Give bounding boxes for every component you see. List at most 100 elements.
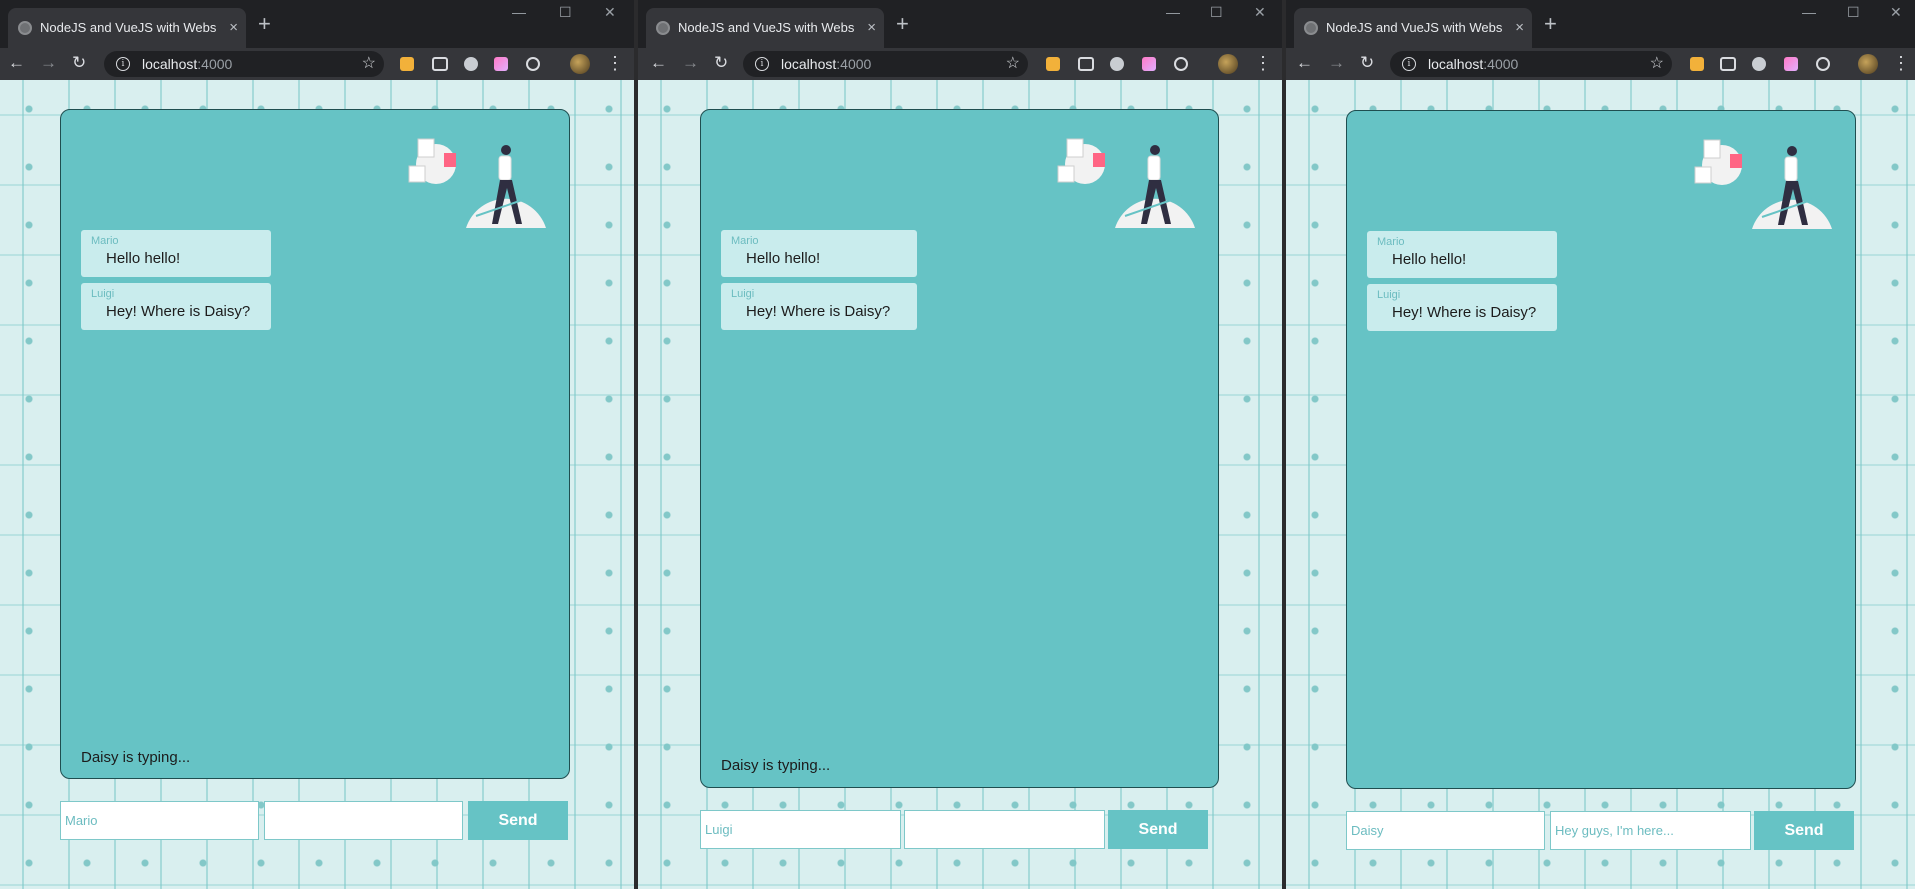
back-arrow-icon[interactable]: ← <box>8 53 25 73</box>
message-input[interactable] <box>264 801 463 840</box>
tab-close-icon[interactable]: × <box>229 8 238 48</box>
message-input[interactable] <box>904 810 1105 849</box>
name-input[interactable] <box>60 801 259 840</box>
url-port: :4000 <box>197 56 233 72</box>
pocket-icon[interactable] <box>1720 57 1736 71</box>
message-item: Mario Hello hello! <box>721 230 917 277</box>
message-user: Mario <box>731 235 759 247</box>
message-text: Hello hello! <box>106 250 181 267</box>
info-icon[interactable]: i <box>116 57 130 71</box>
page-content: Mario Hello hello! Luigi Hey! Where is D… <box>638 80 1282 889</box>
star-icon[interactable]: ☆ <box>1650 51 1664 77</box>
info-icon[interactable]: i <box>755 57 769 71</box>
react-devtools-icon[interactable] <box>1816 57 1830 71</box>
chat-box: Mario Hello hello! Luigi Hey! Where is D… <box>60 109 570 779</box>
tab-title: NodeJS and VueJS with Websockets <box>678 20 854 35</box>
forward-arrow-icon[interactable]: → <box>1328 53 1345 73</box>
typing-indicator: Daisy is typing... <box>81 749 191 766</box>
minimize-icon[interactable]: — <box>1802 4 1816 20</box>
message-text: Hey! Where is Daisy? <box>746 303 891 320</box>
extension-icon[interactable] <box>464 57 478 71</box>
minimize-icon[interactable]: — <box>512 4 526 20</box>
globe-icon <box>1304 21 1318 35</box>
tab-close-icon[interactable]: × <box>1515 8 1524 48</box>
message-item: Mario Hello hello! <box>81 230 271 277</box>
browser-toolbar: ← → ↻ i localhost:4000 ☆ ⋮ <box>1286 48 1915 80</box>
message-text: Hey! Where is Daisy? <box>106 303 251 320</box>
extension-icon[interactable] <box>494 57 508 71</box>
send-button[interactable]: Send <box>468 801 568 840</box>
extension-icon[interactable] <box>1142 57 1156 71</box>
window-close-icon[interactable]: ✕ <box>1254 4 1266 21</box>
globe-icon <box>18 21 32 35</box>
url-host: localhost <box>1428 56 1484 72</box>
message-user: Luigi <box>731 288 755 300</box>
tab-close-icon[interactable]: × <box>867 8 876 48</box>
extension-icon[interactable] <box>1046 57 1060 71</box>
url-host: localhost <box>781 56 837 72</box>
extension-icon[interactable] <box>1752 57 1766 71</box>
kebab-menu-icon[interactable]: ⋮ <box>606 53 624 74</box>
new-tab-icon[interactable]: + <box>258 12 271 36</box>
minimize-icon[interactable]: — <box>1166 4 1180 20</box>
react-devtools-icon[interactable] <box>526 57 540 71</box>
profile-avatar[interactable] <box>1858 54 1878 74</box>
address-bar[interactable]: i localhost:4000 ☆ <box>1390 51 1672 77</box>
address-bar[interactable]: i localhost:4000 ☆ <box>743 51 1028 77</box>
pocket-icon[interactable] <box>1078 57 1094 71</box>
page-content: Mario Hello hello! Luigi Hey! Where is D… <box>1286 80 1915 889</box>
browser-tab[interactable]: NodeJS and VueJS with Websockets × <box>646 8 884 48</box>
message-text: Hello hello! <box>1392 251 1467 268</box>
pocket-icon[interactable] <box>432 57 448 71</box>
forward-arrow-icon[interactable]: → <box>682 53 699 73</box>
message-text: Hello hello! <box>746 250 821 267</box>
tab-title: NodeJS and VueJS with Websockets <box>40 20 216 35</box>
back-arrow-icon[interactable]: ← <box>1296 53 1313 73</box>
tab-strip: NodeJS and VueJS with Websockets × + — ☐… <box>638 0 1282 48</box>
name-input[interactable] <box>700 810 901 849</box>
url-port: :4000 <box>1483 56 1519 72</box>
window-close-icon[interactable]: ✕ <box>604 4 616 21</box>
extension-icon[interactable] <box>1110 57 1124 71</box>
extension-icon[interactable] <box>400 57 414 71</box>
message-item: Mario Hello hello! <box>1367 231 1557 278</box>
reload-icon[interactable]: ↻ <box>714 53 728 73</box>
globe-icon <box>656 21 670 35</box>
chat-illustration <box>1057 138 1195 228</box>
kebab-menu-icon[interactable]: ⋮ <box>1254 53 1272 74</box>
chat-illustration <box>1694 139 1832 229</box>
tab-strip: NodeJS and VueJS with Websockets × + — ☐… <box>1286 0 1915 48</box>
star-icon[interactable]: ☆ <box>1006 51 1020 77</box>
new-tab-icon[interactable]: + <box>1544 12 1557 36</box>
send-button[interactable]: Send <box>1754 811 1854 850</box>
profile-avatar[interactable] <box>570 54 590 74</box>
kebab-menu-icon[interactable]: ⋮ <box>1892 53 1910 74</box>
window-close-icon[interactable]: ✕ <box>1890 4 1902 21</box>
info-icon[interactable]: i <box>1402 57 1416 71</box>
extension-icon[interactable] <box>1690 57 1704 71</box>
star-icon[interactable]: ☆ <box>362 51 376 77</box>
message-item: Luigi Hey! Where is Daisy? <box>721 283 917 330</box>
browser-window-2: NodeJS and VueJS with Websockets × + — ☐… <box>638 0 1282 889</box>
url-host: localhost <box>142 56 198 72</box>
profile-avatar[interactable] <box>1218 54 1238 74</box>
name-input[interactable] <box>1346 811 1545 850</box>
maximize-icon[interactable]: ☐ <box>1210 4 1223 21</box>
maximize-icon[interactable]: ☐ <box>559 4 572 21</box>
forward-arrow-icon[interactable]: → <box>40 53 57 73</box>
extension-icon[interactable] <box>1784 57 1798 71</box>
message-item: Luigi Hey! Where is Daisy? <box>1367 284 1557 331</box>
message-input[interactable] <box>1550 811 1751 850</box>
back-arrow-icon[interactable]: ← <box>650 53 667 73</box>
send-button[interactable]: Send <box>1108 810 1208 849</box>
browser-tab[interactable]: NodeJS and VueJS with Websockets × <box>8 8 246 48</box>
address-bar[interactable]: i localhost:4000 ☆ <box>104 51 384 77</box>
reload-icon[interactable]: ↻ <box>1360 53 1374 73</box>
maximize-icon[interactable]: ☐ <box>1847 4 1860 21</box>
browser-tab[interactable]: NodeJS and VueJS with Websockets × <box>1294 8 1532 48</box>
reload-icon[interactable]: ↻ <box>72 53 86 73</box>
react-devtools-icon[interactable] <box>1174 57 1188 71</box>
chat-box: Mario Hello hello! Luigi Hey! Where is D… <box>1346 110 1856 789</box>
message-user: Mario <box>1377 236 1405 248</box>
new-tab-icon[interactable]: + <box>896 12 909 36</box>
